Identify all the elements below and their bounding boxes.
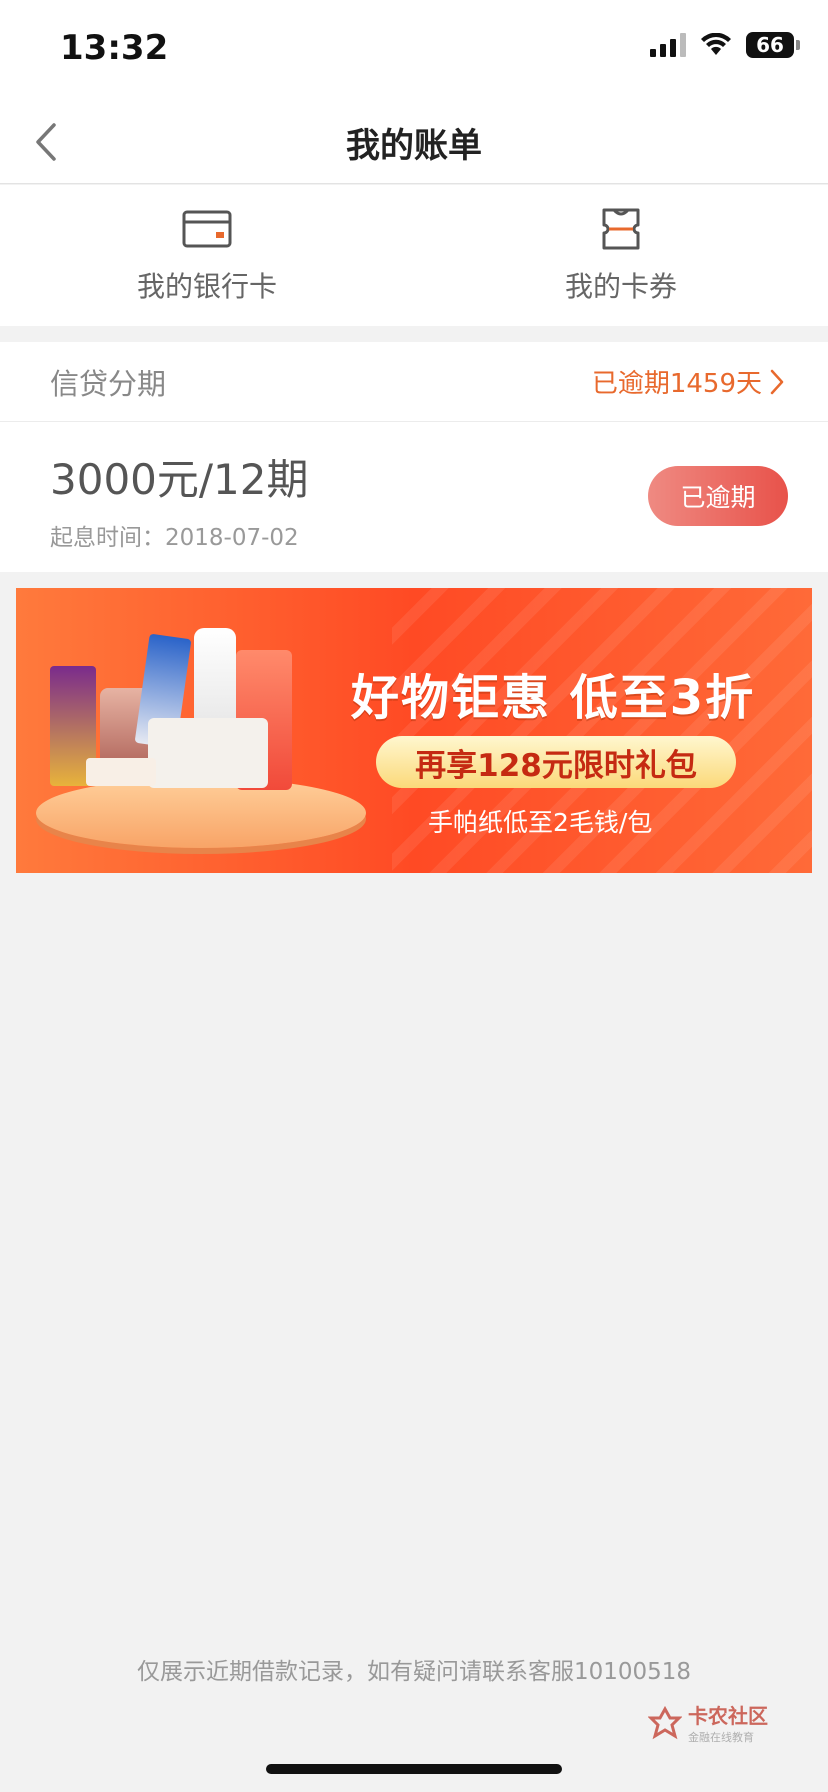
watermark-subtitle: 金融在线教育 [688, 1731, 754, 1744]
loan-item[interactable]: 3000元/12期 起息时间：2018-07-02 已逾期 [0, 422, 828, 572]
status-time: 13:32 [60, 28, 169, 68]
product-image [86, 758, 156, 786]
credit-header: 信贷分期 已逾期1459天 [0, 342, 828, 422]
wifi-icon [701, 33, 731, 55]
bank-cards-label: 我的银行卡 [136, 270, 277, 303]
watermark-title: 卡农社区 [688, 1704, 768, 1728]
coupons-link[interactable]: 我的卡券 [414, 185, 828, 326]
home-indicator[interactable] [266, 1764, 562, 1774]
loan-date-label: 起息时间： [50, 525, 165, 551]
credit-installment-section: 信贷分期 已逾期1459天 3000元/12期 起息时间：2018-07-02 … [0, 342, 828, 572]
status-bar: 13:32 66 [0, 0, 828, 100]
watermark-logo-icon [648, 1705, 682, 1739]
bank-cards-link[interactable]: 我的银行卡 [0, 185, 414, 326]
product-podium [36, 778, 366, 848]
page-title: 我的账单 [346, 126, 482, 166]
bank-card-icon [182, 207, 232, 251]
cellular-signal-icon [650, 33, 686, 57]
banner-headline: 好物钜惠 低至3折 [351, 670, 756, 726]
promo-banner[interactable]: 好物钜惠 低至3折 再享128元限时礼包 手帕纸低至2毛钱/包 [16, 588, 812, 873]
credit-title: 信贷分期 [50, 366, 167, 401]
battery-icon: 66 [746, 32, 800, 58]
loan-amount: 3000元/12期 [50, 455, 309, 504]
coupon-icon [601, 207, 641, 251]
loan-date-value: 2018-07-02 [165, 525, 299, 551]
status-icons: 66 [650, 32, 800, 58]
banner-gift-pill: 再享128元限时礼包 [376, 736, 736, 788]
overdue-days-link[interactable]: 已逾期1459天 [592, 363, 784, 400]
banner-subtitle: 手帕纸低至2毛钱/包 [428, 808, 653, 837]
overdue-days-text: 已逾期1459天 [591, 369, 762, 399]
product-image [148, 718, 268, 788]
chevron-right-icon [770, 369, 784, 394]
loan-start-date: 起息时间：2018-07-02 [50, 518, 299, 552]
watermark: 卡农社区 金融在线教育 [648, 1700, 768, 1745]
nav-bar: 我的账单 [0, 100, 828, 184]
coupons-label: 我的卡券 [564, 270, 677, 303]
overdue-status-button[interactable]: 已逾期 [648, 466, 788, 526]
quick-links: 我的银行卡 我的卡券 [0, 185, 828, 326]
footer-note: 仅展示近期借款记录，如有疑问请联系客服10100518 [136, 1659, 692, 1685]
